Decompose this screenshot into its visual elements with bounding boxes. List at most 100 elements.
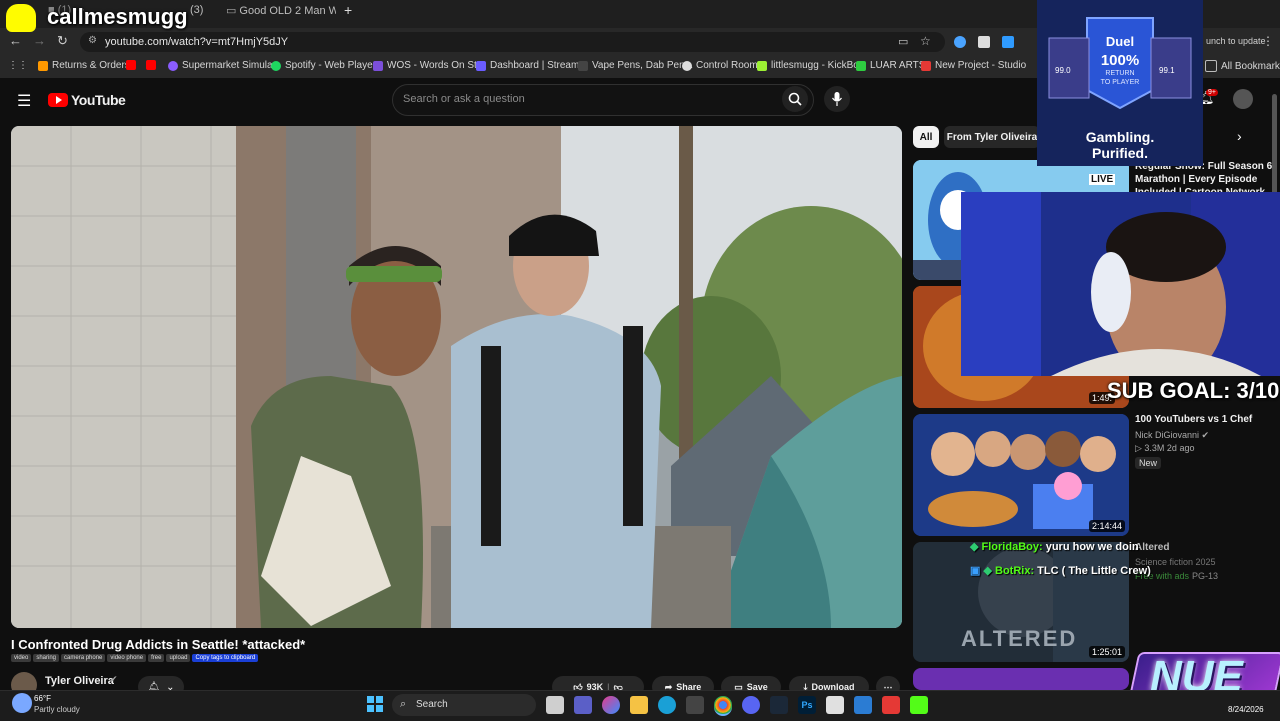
verified-icon: ✔ [110, 674, 118, 684]
discord-icon[interactable] [742, 696, 760, 714]
rec-title-3[interactable]: 100 YouTubers vs 1 Chef [1135, 414, 1252, 425]
url-text: youtube.com/watch?v=mt7HmjY5dJY [105, 36, 289, 48]
back-icon[interactable]: ← [9, 33, 22, 48]
bookmark-kickbot[interactable]: littlesmugg - KickBot [757, 60, 862, 71]
channel-name[interactable]: Tyler Oliveira [45, 675, 114, 687]
mod-badge-icon: ◆ [970, 541, 979, 553]
hamburger-menu-icon[interactable]: ☰ [17, 91, 31, 111]
rec-thumbnail-4[interactable]: ALTERED 1:25:01 [913, 542, 1129, 662]
streamlabs-icon [476, 60, 486, 71]
tab-3[interactable]: ▭ Good OLD 2 Man W/ [226, 4, 336, 24]
cast-icon[interactable]: ▭ [898, 35, 908, 48]
video-tag[interactable]: camera phone [61, 654, 106, 662]
bookmark-returns[interactable]: Returns & Orders [38, 60, 130, 71]
extension-icon-3[interactable] [1002, 36, 1014, 48]
bot-badge-icon: ▣ [970, 565, 981, 577]
live-dot-icon: ▷ [1135, 443, 1145, 453]
bookmark-luar[interactable]: LUAR ARTS [856, 60, 925, 71]
account-avatar[interactable] [1233, 89, 1253, 109]
rec-thumbnail-3[interactable]: 2:14:44 [913, 414, 1129, 536]
apps-grid-icon[interactable]: ⋮⋮ [8, 60, 28, 71]
bookmark-youtube-2[interactable] [146, 60, 156, 70]
rec-thumbnail-5[interactable] [913, 668, 1129, 690]
steam-icon[interactable] [770, 696, 788, 714]
kick-icon[interactable] [910, 696, 928, 714]
url-bar[interactable]: ⚙ youtube.com/watch?v=mt7HmjY5dJY ▭ ☆ [80, 32, 945, 52]
edge-icon[interactable] [658, 696, 676, 714]
photoshop-icon[interactable]: Ps [798, 696, 816, 714]
video-frame [11, 126, 902, 628]
chip-all[interactable]: All [913, 126, 939, 148]
copilot-icon[interactable] [602, 696, 620, 714]
chrome-icon[interactable] [714, 696, 732, 716]
store-icon[interactable] [686, 696, 704, 714]
bookmark-new-project[interactable]: New Project - Studio [921, 60, 1026, 71]
tab-3-label: Good OLD 2 Man W/ [239, 5, 336, 17]
video-player[interactable] [11, 126, 902, 628]
extension-icon-1[interactable] [954, 36, 966, 48]
reload-icon[interactable]: ↻ [57, 33, 68, 49]
menu-dots-icon[interactable]: ⋮ [1262, 34, 1274, 48]
video-tag[interactable]: video [11, 654, 32, 662]
relaunch-button[interactable]: unch to update [1206, 36, 1266, 46]
video-tag[interactable]: video phone [107, 654, 147, 662]
bookmark-label: All Bookmarks [1221, 60, 1280, 72]
bookmark-label: New Project - Studio [935, 60, 1027, 71]
taskbar-search[interactable]: ⌕ Search [392, 694, 536, 716]
search-button[interactable] [782, 86, 808, 112]
notepad-icon[interactable] [854, 696, 872, 714]
youtube-logo[interactable]: YouTube [48, 92, 126, 108]
youtube-play-icon [48, 93, 68, 107]
chat-username: BotRix: [995, 565, 1035, 577]
amazon-icon [38, 60, 48, 71]
globe-icon [578, 60, 588, 71]
site-info-icon[interactable]: ⚙ [88, 35, 97, 46]
new-tab-button[interactable]: + [344, 2, 364, 22]
bookmark-spotify[interactable]: Spotify - Web Playe... [271, 60, 381, 71]
weather-icon[interactable] [12, 693, 32, 713]
rec-title-4[interactable]: Altered [1135, 542, 1169, 553]
extension-icon-2[interactable] [978, 36, 990, 48]
chat-text: TLC ( The Little Crew) [1037, 565, 1151, 577]
bookmark-label: Spotify - Web Playe... [285, 60, 381, 71]
rec-channel-name: Nick DiGiovanni [1135, 430, 1200, 440]
bookmark-dashboard[interactable]: Dashboard | Stream... [476, 60, 588, 71]
chevron-right-icon[interactable]: › [1237, 128, 1242, 144]
windows-logo [367, 696, 383, 712]
duel-ad: Duel 100% RETURN TO PLAYER 99.0 99.1 Gam… [1037, 0, 1203, 166]
teams-icon[interactable] [574, 696, 592, 714]
bookmark-supermarket[interactable]: Supermarket Simula... [168, 60, 281, 71]
video-tag[interactable]: sharing [33, 654, 60, 662]
tab-2[interactable]: (3) [190, 4, 220, 24]
rec-channel-3[interactable]: Nick DiGiovanni ✔ [1135, 430, 1209, 441]
notification-count-badge: 9+ [1206, 89, 1218, 96]
scrollbar[interactable] [1272, 94, 1277, 204]
search-input[interactable]: Search or ask a question [392, 84, 814, 116]
chip-from-channel[interactable]: From Tyler Oliveira [944, 126, 1040, 148]
voice-search-button[interactable] [824, 86, 850, 112]
copy-tags-button[interactable]: Copy tags to clipboard [192, 654, 259, 662]
forward-icon[interactable]: → [33, 33, 46, 48]
bookmark-youtube-1[interactable] [126, 60, 136, 70]
acrobat-icon[interactable] [882, 696, 900, 714]
live-badge: LIVE [1089, 174, 1116, 185]
windows-start-icon[interactable] [367, 696, 383, 717]
ad-tagline-1: Gambling. [1085, 129, 1155, 145]
bookmark-control-room[interactable]: Control Room [682, 60, 758, 71]
verified-icon: ✔ [1201, 430, 1210, 440]
bookmark-wos[interactable]: WOS - Words On St... [373, 60, 485, 71]
ad-line2: TO PLAYER [1100, 79, 1140, 86]
app-icon[interactable] [826, 696, 844, 714]
task-view-icon[interactable] [546, 696, 564, 714]
tab-2-label: (3) [190, 4, 204, 16]
studio-icon [921, 60, 931, 71]
video-tag[interactable]: upload [166, 654, 191, 662]
file-explorer-icon[interactable] [630, 696, 648, 714]
youtube-icon [126, 60, 136, 70]
video-tag[interactable]: free [148, 654, 165, 662]
webcam-feed [961, 192, 1280, 376]
bookmark-label: littlesmugg - KickBot [771, 60, 862, 71]
bookmark-star-icon[interactable]: ☆ [920, 34, 931, 48]
bookmark-vape[interactable]: Vape Pens, Dab Pen... [578, 60, 693, 71]
all-bookmarks[interactable]: All Bookmarks [1205, 60, 1280, 72]
